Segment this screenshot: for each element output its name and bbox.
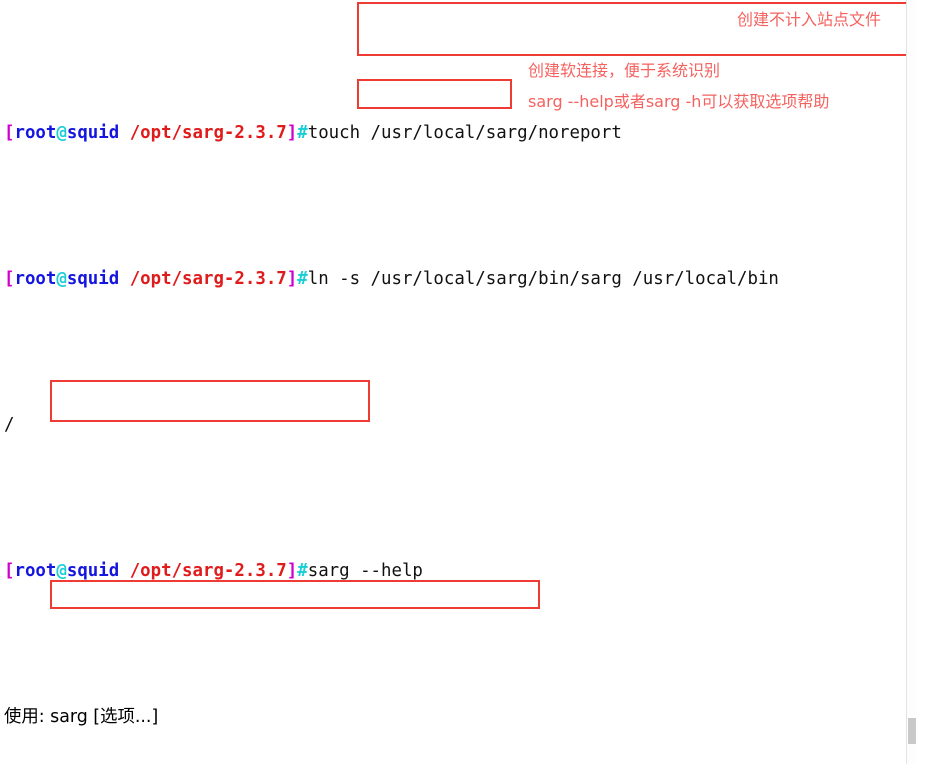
terminal-line-symlink-wrap: / xyxy=(4,411,912,440)
annotation-symlink: 创建软连接，便于系统识别 xyxy=(528,61,721,80)
prompt-user: root xyxy=(14,268,57,289)
annotation-noreport: 创建不计入站点文件 xyxy=(737,10,882,29)
terminal-line-prompt-help: [root@squid /opt/sarg-2.3.7]#sarg --help xyxy=(4,557,912,586)
command-symlink-wrap: / xyxy=(4,414,15,435)
prompt-close-bracket: ] xyxy=(286,122,298,143)
terminal-text-area[interactable]: [root@squid /opt/sarg-2.3.7]#touch /usr/… xyxy=(4,2,912,764)
prompt-open-bracket: [ xyxy=(4,268,15,289)
prompt-hash: # xyxy=(297,268,308,289)
prompt-host: squid xyxy=(66,560,120,581)
prompt-close-bracket: ] xyxy=(286,268,298,289)
terminal-screen[interactable]: [root@squid /opt/sarg-2.3.7]#touch /usr/… xyxy=(0,0,916,764)
command-symlink: ln -s /usr/local/sarg/bin/sarg /usr/loca… xyxy=(307,268,779,289)
annotation-help: sarg --help或者sarg -h可以获取选项帮助 xyxy=(528,92,830,111)
terminal-line-prompt-touch: [root@squid /opt/sarg-2.3.7]#touch /usr/… xyxy=(4,119,912,148)
prompt-path: /opt/sarg-2.3.7 xyxy=(129,122,287,143)
prompt-path: /opt/sarg-2.3.7 xyxy=(129,268,287,289)
prompt-open-bracket: [ xyxy=(4,122,15,143)
usage-text: 使用: sarg [选项...] xyxy=(4,706,159,727)
command-help: sarg --help xyxy=(307,560,423,581)
prompt-at-symbol: @ xyxy=(56,560,67,581)
scrollbar-thumb[interactable] xyxy=(908,718,916,744)
terminal-line-prompt-symlink: [root@squid /opt/sarg-2.3.7]#ln -s /usr/… xyxy=(4,265,912,294)
usage-line: 使用: sarg [选项...] xyxy=(4,703,912,732)
prompt-open-bracket: [ xyxy=(4,560,15,581)
prompt-close-bracket: ] xyxy=(286,560,298,581)
prompt-at-symbol: @ xyxy=(56,122,67,143)
command-touch: touch /usr/local/sarg/noreport xyxy=(307,122,622,143)
prompt-host: squid xyxy=(66,268,120,289)
prompt-user: root xyxy=(14,560,57,581)
prompt-hash: # xyxy=(297,122,308,143)
scrollbar-track[interactable] xyxy=(906,0,916,764)
prompt-user: root xyxy=(14,122,57,143)
prompt-hash: # xyxy=(297,560,308,581)
prompt-path: /opt/sarg-2.3.7 xyxy=(129,560,287,581)
prompt-at-symbol: @ xyxy=(56,268,67,289)
prompt-host: squid xyxy=(66,122,120,143)
